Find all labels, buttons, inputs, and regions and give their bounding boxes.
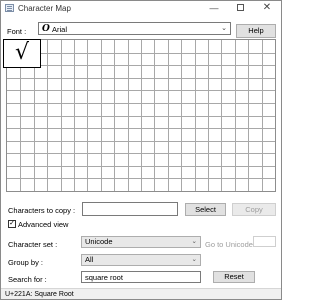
- advanced-view-checkbox[interactable]: ✓: [8, 220, 16, 228]
- help-button[interactable]: Help: [236, 24, 276, 38]
- group-by-dropdown[interactable]: All ⌄: [81, 254, 201, 266]
- close-icon: ✕: [262, 2, 272, 13]
- font-dropdown[interactable]: O Arial ⌄: [38, 22, 231, 35]
- characters-to-copy-label: Characters to copy :: [8, 206, 76, 215]
- maximize-icon: [236, 4, 244, 12]
- group-by-value: All: [85, 255, 94, 264]
- chevron-down-icon: ⌄: [191, 238, 197, 245]
- font-dropdown-value: Arial: [52, 25, 68, 34]
- chevron-down-icon: ⌄: [191, 256, 197, 263]
- minimize-button[interactable]: —: [201, 1, 227, 16]
- title-bar[interactable]: Character Map — ✕: [1, 1, 281, 16]
- reset-button[interactable]: Reset: [213, 271, 255, 283]
- select-button[interactable]: Select: [185, 203, 226, 216]
- character-set-dropdown[interactable]: Unicode ⌄: [81, 236, 201, 248]
- go-to-unicode-label: Go to Unicode :: [205, 240, 258, 249]
- search-input[interactable]: [81, 271, 201, 283]
- character-set-value: Unicode: [85, 237, 113, 246]
- font-label: Font :: [7, 27, 27, 36]
- status-bar: U+221A: Square Root: [1, 288, 281, 299]
- advanced-view-label: Advanced view: [18, 220, 69, 229]
- chevron-down-icon: ⌄: [221, 25, 227, 32]
- character-set-label: Character set :: [8, 240, 58, 249]
- search-for-label: Search for :: [8, 275, 47, 284]
- characters-to-copy-input[interactable]: [82, 202, 178, 216]
- opentype-font-icon: O: [42, 24, 50, 34]
- group-by-label: Group by :: [8, 258, 44, 267]
- minimize-icon: —: [209, 3, 219, 13]
- character-map-window: Character Map — ✕ Font : O Arial ⌄ Help …: [0, 0, 282, 300]
- close-button[interactable]: ✕: [254, 1, 280, 16]
- selected-character-preview[interactable]: √: [3, 39, 41, 68]
- checkmark-icon: ✓: [9, 220, 15, 227]
- character-grid[interactable]: [6, 39, 276, 192]
- maximize-button[interactable]: [227, 1, 253, 16]
- status-text: U+221A: Square Root: [5, 291, 74, 298]
- go-to-unicode-input[interactable]: [253, 236, 276, 247]
- character-map-app-icon: [5, 4, 14, 12]
- character-grid-lines: [7, 40, 275, 191]
- copy-button[interactable]: Copy: [232, 203, 276, 216]
- window-title: Character Map: [18, 4, 71, 13]
